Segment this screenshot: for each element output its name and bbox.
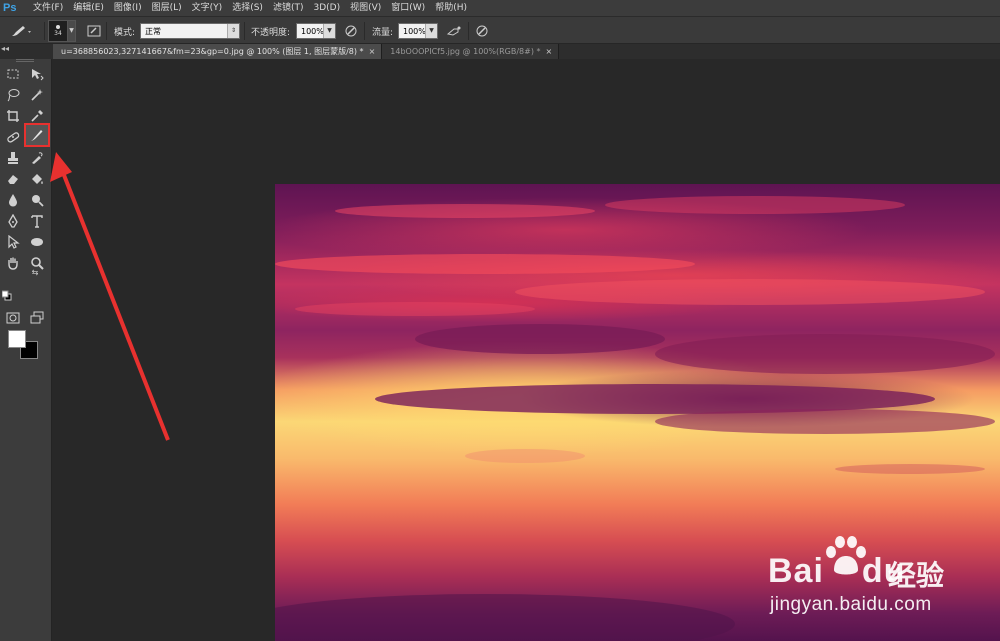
pen-pressure-size-icon — [474, 23, 490, 39]
menu-image[interactable]: 图像(I) — [109, 0, 147, 16]
blend-mode-select[interactable]: 正常 ⇕ — [140, 23, 240, 39]
tab-document-2[interactable]: 14bOOOPICf5.jpg @ 100%(RGB/8#) * × — [382, 44, 560, 59]
tab-title: 14bOOOPICf5.jpg @ 100%(RGB/8#) * — [390, 47, 541, 56]
separator — [44, 22, 45, 40]
tool-preset-picker[interactable] — [10, 17, 36, 45]
pen-icon[interactable] — [4, 212, 22, 230]
pressure-size-toggle[interactable] — [474, 17, 490, 45]
opacity-label: 不透明度: — [251, 27, 291, 38]
separator — [106, 22, 107, 40]
cloud-shape — [835, 464, 985, 474]
history-brush-icon[interactable] — [28, 149, 46, 167]
opacity-value: 100% — [301, 26, 324, 36]
menu-select[interactable]: 选择(S) — [227, 0, 268, 16]
clone-stamp-icon[interactable] — [4, 149, 22, 167]
baidu-jingyan-watermark: Bai du 经验 jingyan.baidu.com — [760, 536, 990, 626]
menu-3d[interactable]: 3D(D) — [308, 0, 345, 16]
lasso-icon[interactable] — [4, 86, 22, 104]
chevron-down-icon: ▼ — [323, 24, 335, 38]
separator — [468, 22, 469, 40]
photoshop-logo: Ps — [3, 2, 17, 14]
pressure-opacity-toggle[interactable] — [343, 17, 359, 45]
cloud-shape — [415, 324, 665, 354]
magic-wand-icon[interactable] — [28, 86, 46, 104]
cloud-shape — [605, 196, 905, 214]
cloud-shape — [295, 302, 535, 316]
menu-type[interactable]: 文字(Y) — [187, 0, 228, 16]
menu-file[interactable]: 文件(F) — [28, 0, 68, 16]
brush-tool[interactable] — [24, 123, 50, 147]
foreground-color-swatch[interactable] — [8, 330, 26, 348]
crop-icon[interactable] — [4, 107, 22, 125]
menu-filter[interactable]: 滤镜(T) — [268, 0, 309, 16]
cloud-shape — [515, 279, 985, 305]
rectangular-marquee-icon[interactable] — [4, 65, 22, 83]
chevron-down-icon: ▼ — [425, 24, 437, 38]
ellipse-shape-icon[interactable] — [28, 233, 46, 251]
collapse-panel-icon[interactable]: ◂◂ — [1, 44, 15, 54]
document-tabs: u=368856023,327141667&fm=23&gp=0.jpg @ 1… — [53, 44, 560, 59]
blur-icon[interactable] — [4, 191, 22, 209]
brush-preset-picker[interactable]: 34 ▼ — [48, 17, 78, 45]
brush-size-preview: 34 — [48, 20, 68, 42]
menu-help[interactable]: 帮助(H) — [430, 0, 472, 16]
tab-document-1[interactable]: u=368856023,327141667&fm=23&gp=0.jpg @ 1… — [53, 44, 383, 59]
mode-label: 模式: — [114, 27, 136, 38]
blend-mode-value: 正常 — [145, 26, 161, 36]
menu-edit[interactable]: 编辑(E) — [68, 0, 109, 16]
paw-icon — [826, 536, 866, 575]
separator — [364, 22, 365, 40]
separator — [244, 22, 245, 40]
menu-bar: Ps 文件(F) 编辑(E) 图像(I) 图层(L) 文字(Y) 选择(S) 滤… — [0, 0, 1000, 16]
swap-colors-icon[interactable]: ⇆ — [30, 267, 40, 277]
watermark-url: jingyan.baidu.com — [770, 594, 932, 615]
brush-icon — [31, 130, 43, 141]
default-colors-icon[interactable] — [2, 290, 12, 301]
flow-label: 流量: — [372, 27, 394, 38]
dodge-icon[interactable] — [28, 191, 46, 209]
cloud-shape — [275, 254, 695, 274]
opacity-input[interactable]: 100% ▼ — [296, 23, 336, 39]
close-icon[interactable]: × — [369, 47, 376, 56]
pen-pressure-icon — [343, 23, 359, 39]
airbrush-icon — [446, 23, 462, 39]
brush-panel-toggle[interactable] — [86, 17, 102, 45]
menu-layer[interactable]: 图层(L) — [147, 0, 187, 16]
close-icon[interactable]: × — [546, 47, 553, 56]
brush-panel-icon — [86, 23, 102, 39]
cloud-shape — [655, 334, 995, 374]
menu-window[interactable]: 窗口(W) — [386, 0, 430, 16]
tab-title: u=368856023,327141667&fm=23&gp=0.jpg @ 1… — [61, 47, 364, 56]
chevron-down-icon: ⇕ — [227, 24, 239, 38]
move-tool-icon[interactable] — [28, 65, 46, 83]
chevron-down-icon[interactable]: ▼ — [68, 20, 76, 42]
healing-brush-icon[interactable] — [4, 128, 22, 146]
screen-mode-icon[interactable] — [28, 309, 46, 327]
menu-view[interactable]: 视图(V) — [345, 0, 386, 16]
hand-icon[interactable] — [4, 254, 22, 272]
options-bar: 34 ▼ 模式: 正常 ⇕ 不透明度: 100% ▼ 流量: 100% ▼ — [0, 16, 1000, 44]
brush-size-value: 34 — [54, 30, 62, 37]
brush-icon — [12, 26, 31, 36]
paint-bucket-icon[interactable] — [28, 170, 46, 188]
eraser-icon[interactable] — [4, 170, 22, 188]
watermark-cn-text: 经验 — [888, 559, 945, 592]
airbrush-toggle[interactable] — [446, 17, 462, 45]
tools-panel: ⇆ — [0, 59, 52, 641]
cloud-shape — [465, 449, 585, 463]
quick-mask-icon[interactable] — [4, 309, 22, 327]
path-selection-icon[interactable] — [4, 233, 22, 251]
cloud-shape — [655, 409, 995, 434]
flow-value: 100% — [403, 26, 426, 36]
panel-grip[interactable] — [16, 59, 34, 62]
horizon-silhouette — [275, 594, 735, 641]
type-icon[interactable] — [28, 212, 46, 230]
cloud-shape — [335, 204, 595, 218]
flow-input[interactable]: 100% ▼ — [398, 23, 438, 39]
brush-tip-icon — [56, 25, 60, 29]
